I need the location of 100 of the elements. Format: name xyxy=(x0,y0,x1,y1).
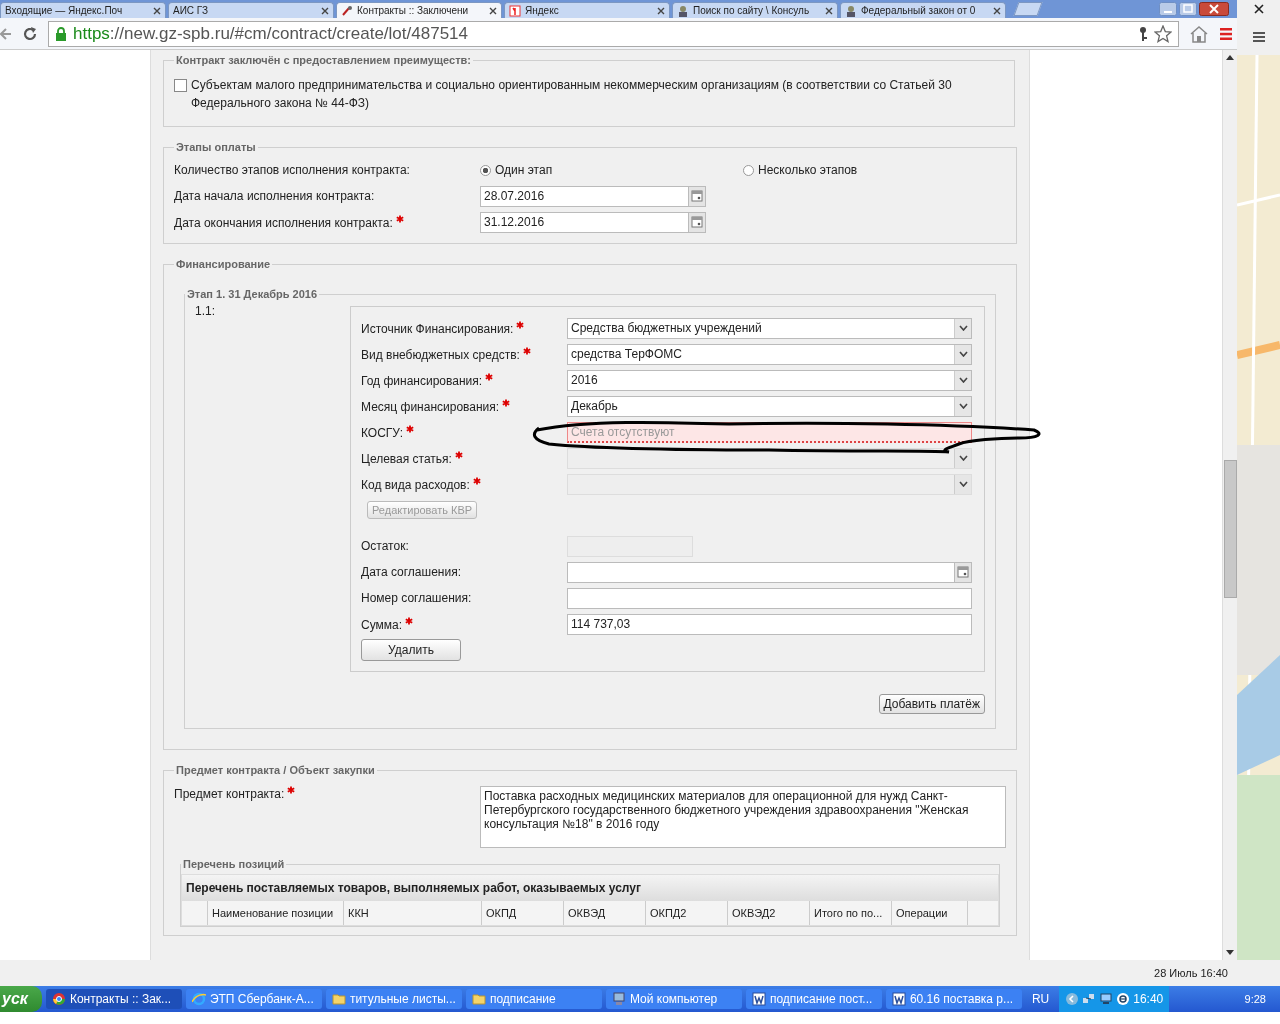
start-button[interactable]: уск xyxy=(0,986,42,1012)
column-header[interactable]: ОКПД xyxy=(482,901,564,925)
taskbar-item[interactable]: Мой компьютер xyxy=(605,989,742,1009)
column-header[interactable]: ОКВЭД xyxy=(564,901,646,925)
field-label: Дата соглашения: xyxy=(361,565,461,579)
reload-icon[interactable] xyxy=(22,25,38,42)
text-field[interactable]: 114 737,03 xyxy=(567,613,972,635)
close-icon[interactable] xyxy=(657,6,665,15)
maximize-icon[interactable] xyxy=(1179,2,1197,16)
browser-tab[interactable]: Поиск по сайту \ Консуль xyxy=(672,2,838,18)
clock-text: 16:40 xyxy=(1133,992,1164,1006)
caret-icon xyxy=(958,481,968,487)
chevron-icon[interactable] xyxy=(1065,992,1080,1006)
close-icon[interactable] xyxy=(825,6,833,15)
field-label: Код вида расходов: xyxy=(361,477,470,492)
column-header[interactable]: Операции xyxy=(892,901,968,925)
computer-icon[interactable] xyxy=(1099,992,1114,1006)
dropdown[interactable]: Декабрь xyxy=(567,395,972,417)
radio-label: Несколько этапов xyxy=(758,163,858,177)
taskbar-item[interactable]: 60.16 поставка р... xyxy=(885,989,1022,1009)
scroll-down-icon[interactable] xyxy=(1226,950,1234,956)
checkbox[interactable] xyxy=(174,79,187,92)
language-indicator[interactable]: RU xyxy=(1025,992,1056,1006)
scroll-thumb[interactable] xyxy=(1223,460,1237,598)
field-label: Количество этапов исполнения контракта: xyxy=(174,163,410,177)
field-label: Целевая статья: xyxy=(361,451,452,466)
dropdown[interactable]: средства ТерФОМС xyxy=(567,343,972,365)
delete-button[interactable]: Удалить xyxy=(361,639,461,661)
close-icon[interactable] xyxy=(321,6,329,15)
column-header[interactable]: ОКПД2 xyxy=(646,901,728,925)
field-label: Дата начала исполнения контракта: xyxy=(174,189,375,203)
clock-text: 9:28 xyxy=(1244,993,1267,1005)
stage-number: 1.1: xyxy=(194,303,216,320)
browser-tab[interactable]: Федеральный закон от 0 xyxy=(840,2,1006,18)
minimize-icon[interactable] xyxy=(1159,2,1177,16)
taskbar-item[interactable]: подписание xyxy=(465,989,602,1009)
radio-button[interactable] xyxy=(743,164,754,176)
section-title: Контракт заключён с предоставлением преимуществ: xyxy=(175,54,473,66)
field-label: Номер соглашения: xyxy=(361,591,472,605)
close-icon[interactable] xyxy=(993,6,1001,15)
close-icon[interactable] xyxy=(1253,4,1264,14)
menu-icon[interactable] xyxy=(1252,32,1265,42)
text-field[interactable] xyxy=(567,587,972,609)
column-header[interactable]: ОКВЭД2 xyxy=(728,901,810,925)
caret-icon xyxy=(958,325,968,331)
checkbox-label: Субъектам малого предпринимательства и социально ориентированным некоммерческим организациям (в соответствии со Статьей 30 Федерального закона № 44-ФЗ) xyxy=(191,77,953,112)
section-title: Этапы оплаты xyxy=(175,141,257,153)
browser-tab[interactable]: Входящие — Яндекс.Поч xyxy=(0,2,166,18)
text-area[interactable]: Поставка расходных медицинских материалов для операционной для нужд Санкт-Петербургского государственного бюджетного учреждения здравоохранения "Женская консультация №18" в 2016 году xyxy=(480,786,1006,848)
scrollbar[interactable] xyxy=(1222,50,1237,960)
field-label: КОСГУ: xyxy=(361,425,404,440)
date-field[interactable]: 31.12.2016 xyxy=(480,211,706,233)
back-arrow-icon[interactable] xyxy=(0,26,12,41)
menu-icon[interactable] xyxy=(1219,26,1233,41)
calendar-icon[interactable] xyxy=(691,216,703,228)
radio-label: Один этап xyxy=(495,163,553,177)
document-icon xyxy=(751,992,766,1006)
taskbar-item[interactable]: подписание пост... xyxy=(745,989,882,1009)
close-icon[interactable] xyxy=(489,6,497,15)
calendar-icon[interactable] xyxy=(691,190,703,202)
date-time-text: 28 Июль 16:40 xyxy=(1154,967,1228,979)
folder-icon xyxy=(331,992,346,1006)
globe-icon[interactable] xyxy=(1116,992,1131,1006)
caret-icon xyxy=(958,403,968,409)
tool-icon xyxy=(341,4,353,17)
browser-tab[interactable]: Контракты :: Заключени xyxy=(336,2,502,18)
person-icon xyxy=(677,4,689,17)
scroll-up-icon[interactable] xyxy=(1226,54,1234,60)
taskbar-item[interactable]: ЭТП Сбербанк-А... xyxy=(185,989,322,1009)
star-icon[interactable] xyxy=(1154,24,1172,43)
folder-icon xyxy=(471,992,486,1006)
close-icon[interactable] xyxy=(153,6,161,15)
add-payment-button[interactable]: Добавить платёж xyxy=(878,694,985,714)
document-icon xyxy=(891,992,906,1006)
section-title: Этап 1. 31 Декабрь 2016 xyxy=(186,288,319,300)
date-field[interactable]: 28.07.2016 xyxy=(480,185,706,207)
close-icon[interactable] xyxy=(1199,2,1229,16)
browser-icon xyxy=(191,992,206,1006)
address-field[interactable]: https://new.gz-spb.ru/#cm/contract/create/lot/487514 xyxy=(48,20,1179,47)
section-title: Предмет контракта / Объект закупки xyxy=(175,764,376,776)
home-icon[interactable] xyxy=(1189,24,1209,43)
table-title: Перечень поставляемых товаров, выполняемых работ, оказываемых услуг xyxy=(182,875,998,901)
column-header[interactable]: Итого по по... xyxy=(810,901,892,925)
column-header[interactable]: ККН xyxy=(344,901,482,925)
taskbar-item[interactable]: Контракты :: Зак... xyxy=(45,989,182,1009)
key-icon[interactable] xyxy=(1138,25,1148,42)
radio-button[interactable] xyxy=(480,164,491,176)
browser-tab[interactable]: Яндекс xyxy=(504,2,670,18)
dropdown[interactable]: Средства бюджетных учреждений xyxy=(567,317,972,339)
caret-icon xyxy=(958,455,968,461)
dropdown[interactable]: 2016 xyxy=(567,369,972,391)
network-icon[interactable] xyxy=(1082,992,1097,1006)
browser-tab[interactable]: АИС ГЗ xyxy=(168,2,334,18)
field-label: Предмет контракта: xyxy=(174,787,285,801)
person-icon xyxy=(845,4,857,17)
taskbar-item[interactable]: титульные листы... xyxy=(325,989,462,1009)
column-header[interactable]: Наименование позиции xyxy=(208,901,344,925)
field-label: Источник Финансирования: xyxy=(361,321,514,336)
calendar-icon[interactable] xyxy=(957,566,969,578)
date-field[interactable] xyxy=(567,561,972,583)
